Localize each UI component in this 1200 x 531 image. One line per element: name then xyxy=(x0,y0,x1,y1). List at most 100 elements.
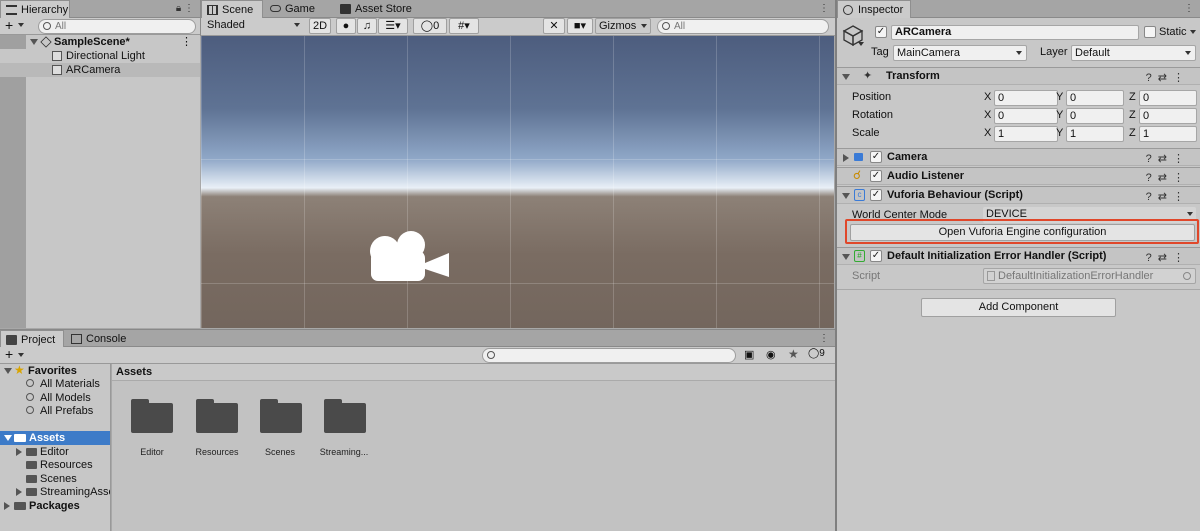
component-header-icons[interactable]: ?⇄⋮ xyxy=(1146,171,1190,184)
transform-component-header[interactable]: ✦ Transform ?⇄⋮ xyxy=(837,67,1200,85)
camera-gizmo-icon[interactable] xyxy=(367,229,451,289)
scene-menu-icon[interactable]: ⋮ xyxy=(181,35,192,49)
hierarchy-item-directional-light[interactable]: Directional Light xyxy=(0,49,200,63)
tree-item[interactable]: All Models xyxy=(0,391,110,405)
audio-toggle[interactable]: ♫ xyxy=(357,18,377,34)
add-dropdown-icon[interactable] xyxy=(18,23,24,27)
asset-folder-resources[interactable] xyxy=(196,399,238,433)
hidden-objects-toggle[interactable]: ◯0 xyxy=(413,18,447,34)
project-search-input[interactable] xyxy=(482,348,736,363)
component-header-icons[interactable]: ?⇄⋮ xyxy=(1146,190,1190,203)
vuforia-component-header[interactable]: c ✓ Vuforia Behaviour (Script) ?⇄⋮ xyxy=(837,186,1200,204)
expand-arrow-icon[interactable] xyxy=(843,154,849,162)
tree-assets[interactable]: Assets xyxy=(0,431,110,445)
tree-item[interactable]: Scenes xyxy=(0,472,110,486)
headphones-icon: ☌ xyxy=(853,168,862,182)
layer-dropdown[interactable]: Default xyxy=(1071,45,1196,61)
scale-z-input[interactable]: 1 xyxy=(1139,126,1197,142)
asset-folder-editor[interactable] xyxy=(131,399,173,433)
filter-by-type-icon[interactable]: ▣ xyxy=(744,348,754,361)
hierarchy-search-input[interactable]: All xyxy=(38,19,196,34)
tools-button[interactable]: ✕ xyxy=(543,18,565,34)
toggle-2d-button[interactable]: 2D xyxy=(309,18,331,34)
expand-arrow-icon[interactable] xyxy=(16,488,22,496)
rotation-y-input[interactable]: 0 xyxy=(1066,108,1124,124)
hierarchy-item-arcamera[interactable]: ARCamera xyxy=(0,63,200,77)
tree-favorites[interactable]: ★ Favorites xyxy=(0,363,110,378)
open-vuforia-config-button[interactable]: Open Vuforia Engine configuration xyxy=(850,224,1195,241)
add-component-button[interactable]: Add Component xyxy=(921,298,1116,317)
camera-enabled-checkbox[interactable]: ✓ xyxy=(870,151,882,163)
tree-packages[interactable]: Packages xyxy=(0,499,110,513)
hierarchy-scene-row[interactable]: SampleScene* ⋮ xyxy=(0,35,200,49)
tree-item[interactable]: StreamingAsse xyxy=(0,485,110,499)
camera-component-header[interactable]: ✓ Camera ?⇄⋮ xyxy=(837,148,1200,166)
component-header-icons[interactable]: ?⇄⋮ xyxy=(1146,152,1190,165)
add-object-button[interactable]: + xyxy=(5,17,13,33)
expand-arrow-icon[interactable] xyxy=(842,193,850,199)
audio-enabled-checkbox[interactable]: ✓ xyxy=(870,170,882,182)
chevron-down-icon xyxy=(1185,51,1191,55)
expand-arrow-icon[interactable] xyxy=(16,448,22,456)
active-checkbox[interactable]: ✓ xyxy=(875,26,887,38)
tab-hierarchy[interactable]: Hierarchy xyxy=(0,0,70,18)
create-asset-button[interactable]: + xyxy=(5,346,13,362)
chevron-down-icon[interactable] xyxy=(858,42,864,46)
tag-dropdown[interactable]: MainCamera xyxy=(893,45,1027,61)
expand-arrow-icon[interactable] xyxy=(842,254,850,260)
tab-scene[interactable]: Scene xyxy=(201,0,263,18)
rotation-x-input[interactable]: 0 xyxy=(994,108,1058,124)
object-name-input[interactable]: ARCamera xyxy=(891,25,1139,40)
scale-y-input[interactable]: 1 xyxy=(1066,126,1124,142)
tab-asset-store[interactable]: Asset Store xyxy=(335,0,425,18)
lighting-toggle[interactable]: ● xyxy=(336,18,356,34)
position-y-input[interactable]: 0 xyxy=(1066,90,1124,106)
tab-game[interactable]: Game xyxy=(265,0,333,18)
gizmos-dropdown[interactable]: Gizmos xyxy=(595,18,651,34)
hidden-packages-toggle[interactable]: ◯9 xyxy=(808,348,825,359)
position-x-input[interactable]: 0 xyxy=(994,90,1058,106)
tree-item[interactable]: Editor xyxy=(0,445,110,459)
component-header-icons[interactable]: ?⇄⋮ xyxy=(1146,251,1190,264)
expand-arrow-icon[interactable] xyxy=(4,435,12,441)
tab-console[interactable]: Console xyxy=(66,330,136,348)
rotation-z-input[interactable]: 0 xyxy=(1139,108,1197,124)
error-handler-component-header[interactable]: # ✓ Default Initialization Error Handler… xyxy=(837,247,1200,265)
grid-toggle[interactable]: #▾ xyxy=(449,18,479,34)
camera-settings-button[interactable]: ■▾ xyxy=(567,18,593,34)
static-checkbox[interactable] xyxy=(1144,26,1156,38)
script-reference-field[interactable]: DefaultInitializationErrorHandler xyxy=(983,268,1196,284)
scene-search-input[interactable]: All xyxy=(657,19,829,34)
expand-arrow-icon[interactable] xyxy=(30,39,38,45)
panel-options-icon[interactable]: 🔒︎ ⋮ xyxy=(176,3,194,14)
component-header-icons[interactable]: ?⇄⋮ xyxy=(1146,71,1190,84)
add-dropdown-icon[interactable] xyxy=(18,353,24,357)
panel-options-icon[interactable]: ⋮ xyxy=(1184,3,1194,14)
chevron-down-icon[interactable] xyxy=(1190,30,1196,34)
scale-x-input[interactable]: 1 xyxy=(994,126,1058,142)
expand-arrow-icon[interactable] xyxy=(4,502,10,510)
folder-icon xyxy=(26,488,37,496)
favorite-star-icon[interactable]: ★ xyxy=(788,347,799,361)
shading-mode-dropdown[interactable]: Shaded xyxy=(204,18,304,34)
expand-arrow-icon[interactable] xyxy=(842,74,850,80)
effects-toggle[interactable]: ☰▾ xyxy=(378,18,408,34)
position-z-input[interactable]: 0 xyxy=(1139,90,1197,106)
chevron-down-icon xyxy=(294,23,300,27)
tab-inspector[interactable]: Inspector xyxy=(837,0,911,18)
scene-viewport[interactable] xyxy=(201,36,834,328)
expand-arrow-icon[interactable] xyxy=(4,368,12,374)
tree-item[interactable]: Resources xyxy=(0,458,110,472)
vuforia-enabled-checkbox[interactable]: ✓ xyxy=(870,189,882,201)
file-icon xyxy=(987,271,995,281)
object-picker-icon[interactable] xyxy=(1183,272,1191,280)
panel-options-icon[interactable]: ⋮ xyxy=(819,3,829,14)
tree-item[interactable]: All Materials xyxy=(0,377,110,391)
filter-by-label-icon[interactable]: ◉ xyxy=(766,348,776,361)
asset-folder-scenes[interactable] xyxy=(260,399,302,433)
tree-item[interactable]: All Prefabs xyxy=(0,404,110,418)
panel-options-icon[interactable]: ⋮ xyxy=(819,333,829,344)
audio-listener-component-header[interactable]: ☌ ✓ Audio Listener ?⇄⋮ xyxy=(837,167,1200,185)
asset-folder-streaming[interactable] xyxy=(324,399,366,433)
error-handler-enabled-checkbox[interactable]: ✓ xyxy=(870,250,882,262)
